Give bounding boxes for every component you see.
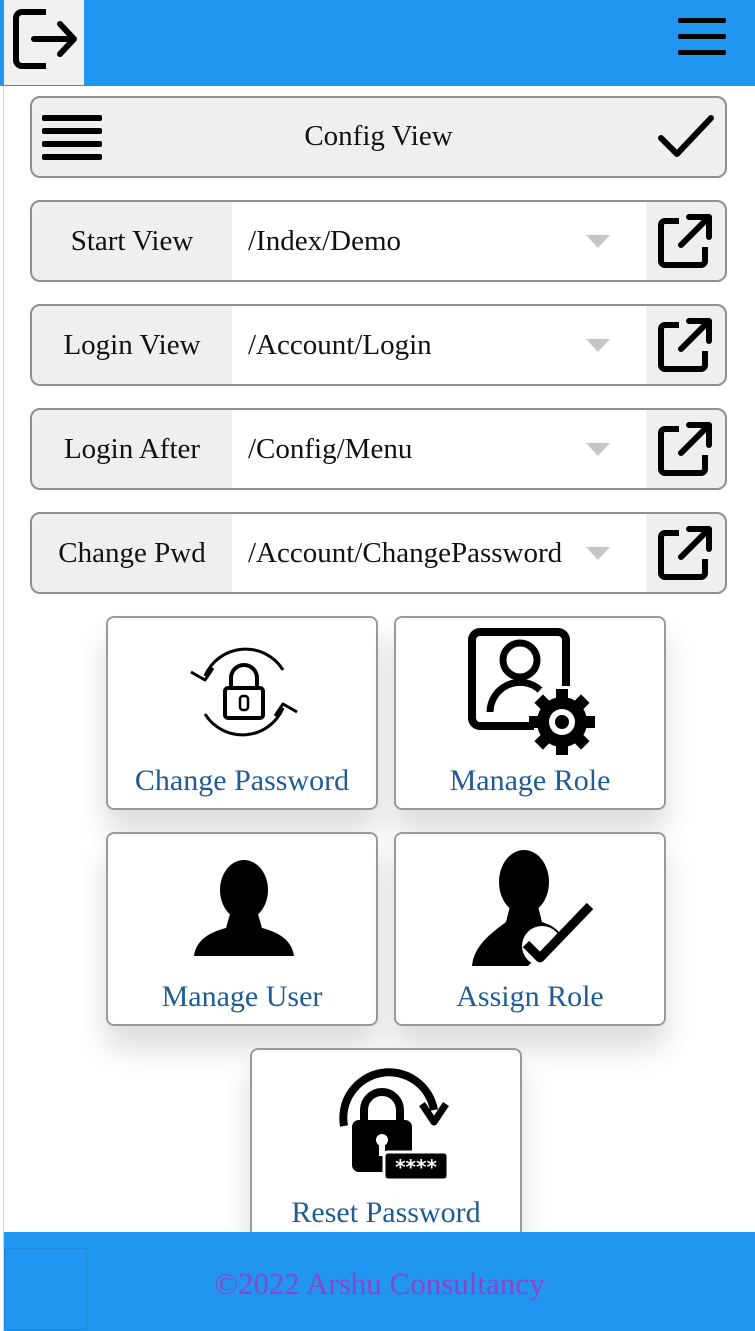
change-pwd-value: /Account/ChangePassword: [248, 537, 563, 569]
left-border: [3, 0, 4, 1331]
assign-role-tile[interactable]: Assign Role: [394, 832, 666, 1026]
change-pwd-row: Change Pwd /Account/ChangePassword: [30, 512, 727, 594]
login-after-row: Login After /Config/Menu: [30, 408, 727, 490]
logout-button[interactable]: [4, 0, 84, 85]
config-view-card: Config View: [30, 96, 727, 178]
user-check-icon: [472, 850, 594, 966]
start-view-row: Start View /Index/Demo: [30, 200, 727, 282]
chevron-down-icon: [586, 235, 610, 248]
change-pwd-open-button[interactable]: [646, 514, 725, 592]
user-gear-icon: [468, 628, 595, 755]
login-view-label: Login View: [63, 329, 201, 361]
change-password-label: Change Password: [134, 764, 350, 797]
external-link-icon: [658, 526, 712, 580]
logout-icon: [13, 9, 77, 69]
login-after-open-button[interactable]: [646, 410, 725, 488]
external-link-icon: [658, 318, 712, 372]
start-view-select[interactable]: /Index/Demo: [232, 202, 646, 280]
assign-role-label: Assign Role: [456, 980, 604, 1013]
external-link-icon: [658, 214, 712, 268]
reset-password-tile[interactable]: **** Reset Password: [250, 1048, 522, 1242]
chevron-down-icon: [586, 443, 610, 456]
chevron-down-icon: [586, 339, 610, 352]
login-view-select[interactable]: /Account/Login: [232, 306, 646, 384]
config-view-title: Config View: [304, 120, 453, 152]
start-view-label: Start View: [70, 225, 194, 257]
start-view-value: /Index/Demo: [248, 225, 402, 257]
external-link-icon: [658, 422, 712, 476]
login-view-row: Login View /Account/Login: [30, 304, 727, 386]
main-menu-button[interactable]: [672, 14, 732, 62]
manage-role-tile[interactable]: Manage Role: [394, 616, 666, 810]
chevron-down-icon: [586, 547, 610, 560]
svg-text:****: ****: [395, 1155, 437, 1179]
footer: ©2022 Arshu Consultancy: [4, 1232, 755, 1331]
login-after-value: /Config/Menu: [248, 433, 413, 465]
reset-password-label: Reset Password: [291, 1196, 481, 1229]
copyright-text: ©2022 Arshu Consultancy: [214, 1266, 545, 1301]
lock-reset-icon: ****: [339, 1068, 450, 1182]
login-view-open-button[interactable]: [646, 306, 725, 384]
user-icon: [194, 860, 294, 956]
start-view-open-button[interactable]: [646, 202, 725, 280]
change-pwd-label: Change Pwd: [58, 537, 206, 569]
checkmark-icon: [658, 115, 714, 157]
login-after-select[interactable]: /Config/Menu: [232, 410, 646, 488]
login-view-value: /Account/Login: [248, 329, 432, 361]
manage-user-label: Manage User: [161, 980, 323, 1013]
lock-cycle-icon: [190, 647, 298, 737]
manage-role-label: Manage Role: [449, 764, 611, 797]
login-after-label: Login After: [63, 433, 201, 465]
hamburger-icon: [678, 18, 726, 55]
manage-user-tile[interactable]: Manage User: [106, 832, 378, 1026]
top-bar: [0, 0, 755, 86]
change-password-tile[interactable]: Change Password: [106, 616, 378, 810]
confirm-button[interactable]: [657, 112, 715, 165]
change-pwd-select[interactable]: /Account/ChangePassword: [232, 514, 646, 592]
